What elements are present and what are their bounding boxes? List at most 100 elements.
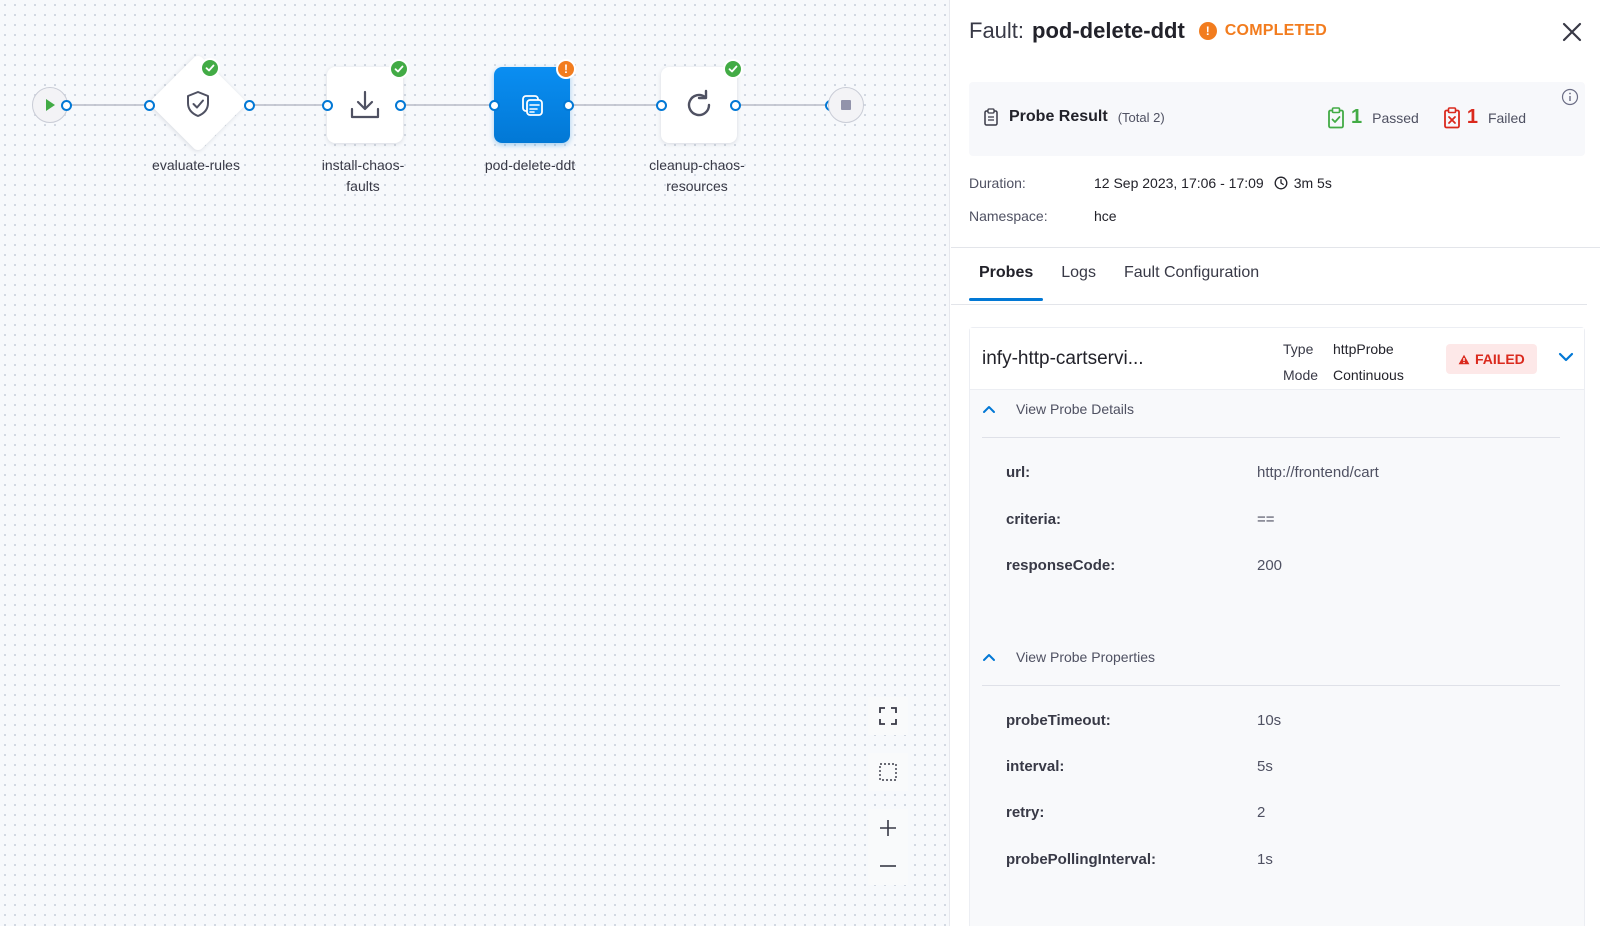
view-probe-properties-toggle[interactable]: View Probe Properties [982, 649, 1155, 665]
chevron-down-icon[interactable] [1558, 350, 1574, 368]
canvas-toolbar [868, 753, 908, 791]
divider [982, 685, 1560, 686]
probe-card-header[interactable]: infy-http-cartservi... Type httpProbe Mod… [970, 328, 1584, 390]
select-area-button[interactable] [868, 753, 908, 791]
detail-key: criteria: [1006, 511, 1062, 528]
fault-details-panel: Fault: pod-delete-ddt ! COMPLETED Probe … [951, 0, 1600, 926]
probe-type-value: httpProbe [1333, 341, 1394, 357]
tab-probes[interactable]: Probes [969, 252, 1044, 301]
download-icon [350, 90, 380, 119]
view-probe-properties-label: View Probe Properties [1016, 649, 1156, 665]
warning-icon: ! [556, 59, 576, 79]
probe-mode-label: Mode [1283, 367, 1319, 383]
port[interactable] [144, 100, 155, 111]
view-probe-details-label: View Probe Details [1016, 401, 1135, 417]
pipeline-canvas[interactable]: evaluate-rules install-chaos- faults ! p… [0, 0, 950, 926]
node-label-evaluate-rules: evaluate-rules [152, 157, 240, 173]
clipboard-check-icon [1328, 106, 1344, 128]
shield-check-icon [185, 90, 211, 118]
duration-value: 12 Sep 2023, 17:06 - 17:09 [1094, 175, 1264, 191]
probe-detail-row: url: http://frontend/cart [1006, 464, 1379, 481]
failed-label: Failed [1487, 109, 1527, 126]
stop-icon [841, 100, 851, 110]
property-value: 5s [1257, 758, 1273, 775]
port[interactable] [563, 100, 574, 111]
tab-logs[interactable]: Logs [1051, 252, 1106, 296]
probe-detail-row: responseCode: 200 [1006, 557, 1282, 574]
detail-key: responseCode: [1006, 557, 1116, 574]
chevron-up-icon [983, 654, 995, 661]
probe-name: infy-http-cartservi... [982, 348, 1144, 369]
tab-fault-configuration[interactable]: Fault Configuration [1114, 252, 1269, 296]
close-button[interactable] [1558, 18, 1586, 46]
node-box [661, 67, 737, 143]
pipeline-node-evaluate-rules[interactable] [148, 53, 248, 153]
play-icon [46, 99, 55, 111]
fault-status: COMPLETED [1224, 22, 1328, 39]
node-label-install-chaos-faults: install-chaos- faults [321, 157, 405, 194]
probe-status-text: FAILED [1475, 351, 1525, 367]
probe-type-mode: Type httpProbe Mode Continuous [1283, 336, 1404, 388]
port[interactable] [61, 100, 72, 111]
divider [951, 304, 1587, 305]
fault-prefix: Fault: [969, 18, 1025, 43]
port[interactable] [489, 100, 500, 111]
probe-result-title: Probe Result [1009, 108, 1108, 125]
node-label-cleanup-chaos-resources: cleanup-chaos- resources [649, 157, 745, 194]
node-label-pod-delete-ddt: pod-delete-ddt [484, 157, 576, 173]
select-area-icon [879, 763, 897, 781]
divider [982, 437, 1560, 438]
namespace-row: Namespace: hce [969, 208, 1117, 224]
info-icon[interactable] [1561, 88, 1579, 111]
success-check-icon [389, 59, 409, 79]
probe-card: infy-http-cartservi... Type httpProbe Mod… [969, 327, 1585, 926]
namespace-value: hce [1094, 208, 1117, 224]
pipeline-node-install-chaos-faults[interactable] [327, 67, 403, 143]
view-probe-details-toggle[interactable]: View Probe Details [982, 401, 1134, 417]
property-value: 2 [1257, 804, 1266, 821]
warning-icon: ! [1198, 22, 1217, 40]
probe-type-label: Type [1283, 341, 1314, 357]
fit-to-screen-icon [879, 707, 897, 725]
property-key: retry: [1006, 804, 1045, 821]
success-check-icon [723, 59, 743, 79]
property-value: 10s [1257, 712, 1282, 729]
probe-result-title-group: Probe Result (Total 2) [983, 108, 1165, 126]
probe-result-counts: 1 Passed 1 Failed [1327, 106, 1550, 129]
namespace-label: Namespace: [969, 208, 1048, 224]
pipeline-node-cleanup-chaos-resources[interactable] [661, 67, 737, 143]
pipeline-end-node[interactable] [828, 87, 864, 123]
port[interactable] [322, 100, 333, 111]
passed-count: 1 [1351, 106, 1363, 128]
detail-value: 200 [1257, 557, 1283, 574]
probe-property-row: probePollingInterval: 1s [1006, 851, 1273, 868]
duration-elapsed: 3m 5s [1293, 175, 1332, 191]
port[interactable] [656, 100, 667, 111]
port[interactable] [395, 100, 406, 111]
fit-to-screen-button[interactable] [868, 697, 908, 735]
failed-count: 1 [1466, 106, 1478, 128]
zoom-in-icon [880, 820, 896, 836]
duration-row: Duration: 12 Sep 2023, 17:06 - 17:09 3m … [969, 175, 1332, 191]
duration-label: Duration: [969, 175, 1026, 191]
divider [951, 247, 1600, 248]
pipeline-node-pod-delete-ddt[interactable] [494, 67, 570, 143]
probe-detail-row: criteria: == [1006, 511, 1275, 528]
canvas-toolbar [868, 809, 908, 885]
detail-key: url: [1006, 464, 1031, 481]
property-value: 1s [1257, 851, 1273, 868]
passed-label: Passed [1372, 109, 1419, 126]
zoom-out-button[interactable] [868, 847, 908, 885]
probe-result-total: (Total 2) [1117, 109, 1165, 125]
probe-result-summary: Probe Result (Total 2) 1 Passed 1 Failed [969, 82, 1585, 156]
refresh-icon [687, 89, 711, 117]
property-key: probePollingInterval: [1006, 851, 1157, 868]
alert-triangle-icon [1458, 354, 1470, 364]
success-check-icon [200, 58, 220, 78]
clock-icon [1274, 176, 1288, 190]
chevron-up-icon [983, 406, 995, 413]
zoom-in-button[interactable] [868, 809, 908, 847]
port[interactable] [730, 100, 741, 111]
port[interactable] [244, 100, 255, 111]
probe-status-badge: FAILED [1446, 344, 1537, 374]
